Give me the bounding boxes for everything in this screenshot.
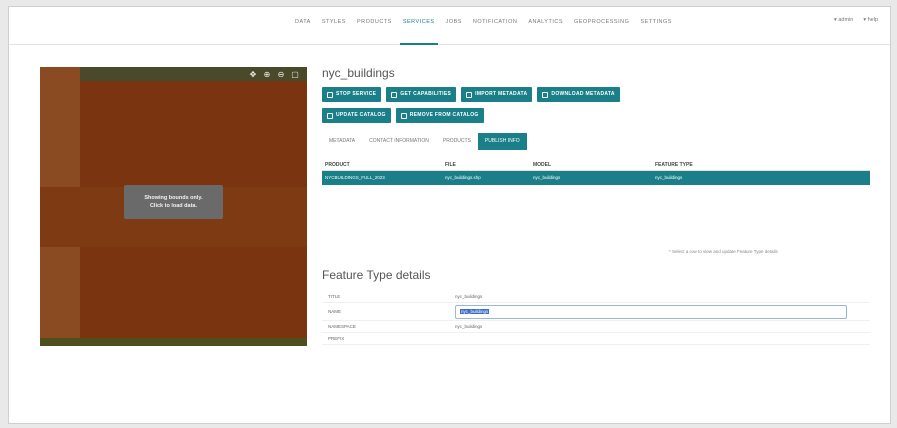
selection-hint: * Select a row to view and update Featur… <box>669 249 778 254</box>
service-title: nyc_buildings <box>322 66 395 80</box>
document-icon <box>391 91 398 98</box>
nav-right: ▾ admin ▾ help <box>834 17 878 23</box>
name-input[interactable]: nyc_buildings <box>455 304 847 319</box>
header-product: PRODUCT <box>325 162 350 168</box>
help-menu[interactable]: ▾ help <box>863 17 878 23</box>
map-tile-bottom <box>40 338 307 346</box>
update-catalog-label: UPDATE CATALOG <box>336 112 386 118</box>
nav-items: DATA STYLES PRODUCTS SERVICES JOBS NOTIF… <box>295 17 672 45</box>
field-namespace: NAMESPACE nyc_buildings <box>322 321 870 333</box>
cell-product: NYCBUILDINGS_FULL_2023 <box>325 175 385 180</box>
tab-metadata[interactable]: METADATA <box>322 133 362 150</box>
feature-details-form: TITLE nyc_buildings NAME nyc_buildings N… <box>322 291 870 345</box>
refresh-icon <box>327 112 333 119</box>
get-capabilities-button[interactable]: GET CAPABILITIES <box>386 87 457 102</box>
download-metadata-label: DOWNLOAD METADATA <box>551 91 615 97</box>
cell-feature-type: nyc_buildings <box>655 175 683 180</box>
nav-products[interactable]: PRODUCTS <box>357 17 392 45</box>
field-title: TITLE nyc_buildings <box>322 291 870 303</box>
field-name-label: NAME <box>328 309 342 314</box>
action-buttons-row-1: STOP SERVICE GET CAPABILITIES IMPORT MET… <box>322 87 620 102</box>
stop-service-button[interactable]: STOP SERVICE <box>322 87 382 102</box>
field-prefix-label: PREFIX <box>328 336 345 341</box>
overlay-line-1: Showing bounds only. <box>144 195 203 201</box>
nav-data[interactable]: DATA <box>295 17 311 45</box>
get-capabilities-label: GET CAPABILITIES <box>400 91 452 97</box>
table-header: PRODUCT FILE MODEL FEATURE TYPE <box>322 160 870 171</box>
user-menu[interactable]: ▾ admin <box>834 17 853 23</box>
app-frame: DATA STYLES PRODUCTS SERVICES JOBS NOTIF… <box>8 6 891 424</box>
field-name: NAME nyc_buildings <box>322 303 870 321</box>
name-input-selected-text: nyc_buildings <box>460 308 490 314</box>
pan-icon[interactable]: ✥ <box>249 71 257 79</box>
remove-icon <box>400 112 407 119</box>
stop-service-label: STOP SERVICE <box>336 91 377 97</box>
field-prefix: PREFIX <box>322 333 870 345</box>
remove-from-catalog-button[interactable]: REMOVE FROM CATALOG <box>395 108 484 123</box>
field-title-label: TITLE <box>328 294 341 299</box>
import-metadata-button[interactable]: IMPORT METADATA <box>461 87 533 102</box>
stop-icon <box>327 91 333 98</box>
cell-file: nyc_buildings.shp <box>445 175 481 180</box>
zoom-in-icon[interactable]: ⊕ <box>263 71 271 79</box>
nav-geoprocessing[interactable]: GEOPROCESSING <box>574 17 629 45</box>
action-buttons-row-2: UPDATE CATALOG REMOVE FROM CATALOG <box>322 108 484 123</box>
map-preview[interactable]: ✥ ⊕ ⊖ ▢ Showing bounds only. Click to lo… <box>40 67 307 346</box>
update-catalog-button[interactable]: UPDATE CATALOG <box>322 108 391 123</box>
import-metadata-label: IMPORT METADATA <box>475 91 528 97</box>
nav-services[interactable]: SERVICES <box>399 17 438 45</box>
tab-products[interactable]: PRODUCTS <box>436 133 478 150</box>
import-icon <box>466 91 473 98</box>
field-title-value: nyc_buildings <box>455 294 483 299</box>
top-nav: DATA STYLES PRODUCTS SERVICES JOBS NOTIF… <box>9 7 890 45</box>
map-toolbar: ✥ ⊕ ⊖ ▢ <box>249 71 299 79</box>
nav-analytics[interactable]: ANALYTICS <box>528 17 563 45</box>
download-metadata-button[interactable]: DOWNLOAD METADATA <box>537 87 620 102</box>
zoom-out-icon[interactable]: ⊖ <box>277 71 285 79</box>
table-row[interactable]: NYCBUILDINGS_FULL_2023 nyc_buildings.shp… <box>322 171 870 185</box>
feature-details-title: Feature Type details <box>322 268 431 282</box>
remove-from-catalog-label: REMOVE FROM CATALOG <box>409 112 479 118</box>
overlay-line-2: Click to load data. <box>149 203 198 209</box>
header-feature-type: FEATURE TYPE <box>655 162 693 168</box>
nav-jobs[interactable]: JOBS <box>446 17 462 45</box>
publish-table: PRODUCT FILE MODEL FEATURE TYPE NYCBUILD… <box>322 160 870 185</box>
header-file: FILE <box>445 162 456 168</box>
fullscreen-icon[interactable]: ▢ <box>291 71 299 79</box>
tab-contact-information[interactable]: CONTACT INFORMATION <box>362 133 436 150</box>
nav-settings[interactable]: SETTINGS <box>640 17 672 45</box>
field-namespace-value: nyc_buildings <box>455 324 483 329</box>
nav-styles[interactable]: STYLES <box>322 17 346 45</box>
field-namespace-label: NAMESPACE <box>328 324 356 329</box>
tab-publish-info[interactable]: PUBLISH INFO <box>477 133 527 150</box>
cell-model: nyc_buildings <box>533 175 561 180</box>
header-model: MODEL <box>533 162 552 168</box>
service-subtabs: METADATA CONTACT INFORMATION PRODUCTS PU… <box>322 133 527 150</box>
download-icon <box>542 91 549 98</box>
load-data-overlay[interactable]: Showing bounds only. Click to load data. <box>124 185 223 219</box>
nav-notification[interactable]: NOTIFICATION <box>473 17 517 45</box>
